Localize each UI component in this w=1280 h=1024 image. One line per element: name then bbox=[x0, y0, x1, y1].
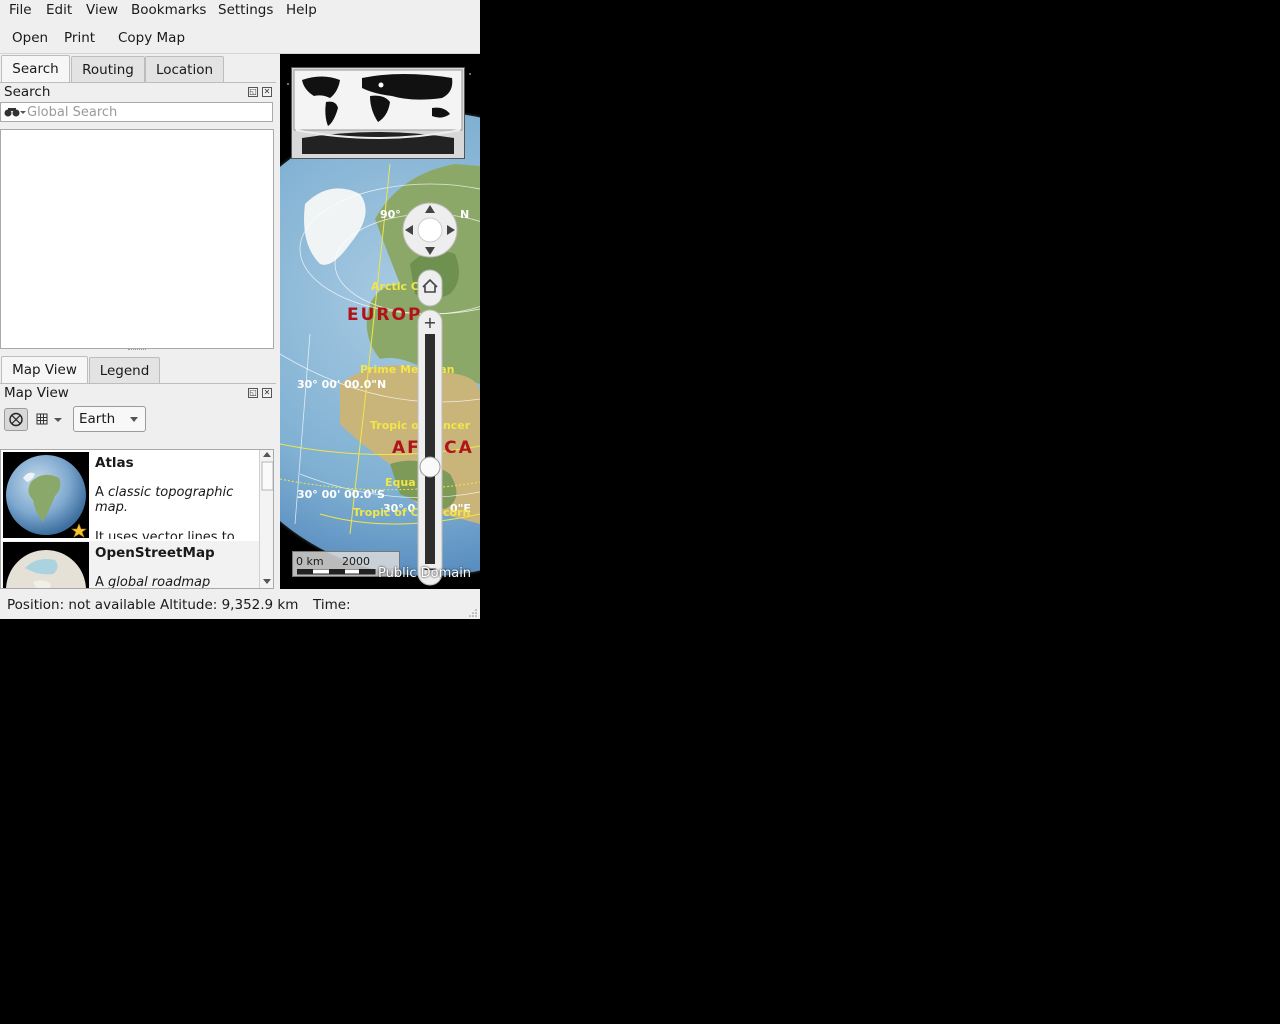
search-dock-title: Search bbox=[4, 84, 51, 100]
menu-help[interactable]: Help bbox=[286, 2, 317, 18]
map-name-openstreetmap: OpenStreetMap bbox=[95, 545, 215, 561]
desc-emphasis: classic topographic map. bbox=[95, 485, 234, 515]
label-tropic-capricorn: Tropic of Capricorn bbox=[353, 506, 471, 519]
float-icon[interactable]: ◱ bbox=[248, 388, 258, 398]
desc-prefix: A bbox=[95, 485, 109, 500]
menu-view[interactable]: View bbox=[86, 2, 118, 18]
tab-routing[interactable]: Routing bbox=[71, 56, 145, 82]
label-lat-30s: 30° 00' 00.0"S bbox=[297, 488, 385, 501]
osm-thumbnail bbox=[3, 542, 89, 588]
search-field[interactable] bbox=[0, 102, 273, 122]
binoculars-icon[interactable] bbox=[4, 106, 26, 118]
scroll-down-icon[interactable] bbox=[263, 579, 271, 584]
close-icon[interactable]: ✕ bbox=[262, 87, 272, 97]
tab-divider bbox=[0, 82, 276, 83]
map-attribution: Public Domain bbox=[378, 566, 472, 581]
map-theme-list[interactable]: Atlas A classic topographic map. It uses … bbox=[0, 449, 274, 589]
scroll-thumb[interactable] bbox=[261, 461, 273, 491]
tab-divider bbox=[0, 383, 276, 384]
status-time: Time: bbox=[313, 597, 351, 613]
float-icon[interactable]: ◱ bbox=[248, 87, 258, 97]
menu-file[interactable]: File bbox=[9, 2, 32, 18]
menu-edit[interactable]: Edit bbox=[46, 2, 72, 18]
vertical-scrollbar[interactable] bbox=[259, 450, 273, 588]
label-europe: EUROP bbox=[347, 305, 423, 325]
close-icon[interactable]: ✕ bbox=[262, 388, 272, 398]
menu-settings[interactable]: Settings bbox=[218, 2, 273, 18]
overview-map[interactable] bbox=[291, 67, 465, 159]
desc-more: It uses vector lines to bbox=[95, 530, 235, 539]
open-button[interactable]: Open bbox=[12, 30, 48, 46]
status-position: Position: not available bbox=[7, 597, 156, 613]
grid-projection-dropdown[interactable] bbox=[35, 411, 67, 427]
atlas-thumbnail bbox=[3, 452, 89, 538]
scale-label-2000: 2000 bbox=[342, 555, 370, 568]
list-item-atlas[interactable]: Atlas A classic topographic map. It uses … bbox=[2, 451, 259, 539]
desc-prefix: A bbox=[95, 575, 109, 589]
label-lat-30n: 30° 00' 00.0"N bbox=[297, 378, 387, 391]
mapview-dock-title: Map View bbox=[4, 385, 69, 401]
navigation-pad[interactable] bbox=[401, 201, 459, 259]
tab-search[interactable]: Search bbox=[1, 55, 70, 83]
planet-value: Earth bbox=[79, 411, 116, 427]
list-item-openstreetmap[interactable]: OpenStreetMap A global roadmap bbox=[2, 541, 259, 589]
map-name-atlas: Atlas bbox=[95, 455, 134, 471]
splitter-handle[interactable] bbox=[128, 349, 146, 353]
zoom-in-icon: + bbox=[423, 313, 436, 332]
marble-window: File Edit View Bookmarks Settings Help O… bbox=[0, 0, 480, 619]
globe-projection-button[interactable] bbox=[4, 408, 28, 431]
tab-legend[interactable]: Legend bbox=[89, 357, 160, 383]
scroll-up-icon[interactable] bbox=[263, 452, 271, 457]
tab-map-view[interactable]: Map View bbox=[1, 356, 88, 384]
resize-grip-icon[interactable] bbox=[468, 608, 478, 618]
map-desc-openstreetmap: A global roadmap bbox=[95, 575, 245, 589]
scale-label-0: 0 km bbox=[296, 555, 324, 568]
search-input[interactable] bbox=[27, 104, 267, 120]
globe-icon bbox=[9, 412, 23, 427]
label-lat-90: 90° bbox=[380, 208, 401, 221]
map-desc-atlas: A classic topographic map. It uses vector… bbox=[95, 485, 245, 539]
planet-select[interactable]: Earth bbox=[73, 406, 146, 432]
zoom-control[interactable]: + − bbox=[414, 264, 446, 589]
print-button[interactable]: Print bbox=[64, 30, 95, 46]
status-bar: Position: not available Altitude: 9,352.… bbox=[0, 590, 480, 619]
search-results-list[interactable] bbox=[0, 129, 274, 349]
map-canvas[interactable]: 90° N Arctic C EUROP Prime Meridian 30° … bbox=[280, 54, 480, 589]
chevron-down-icon bbox=[130, 417, 138, 422]
label-arctic-circle: Arctic C bbox=[371, 280, 419, 293]
label-lat-n: N bbox=[460, 208, 470, 221]
zoom-thumb bbox=[419, 456, 441, 478]
label-equator: Equa bbox=[385, 476, 416, 489]
menu-bookmarks[interactable]: Bookmarks bbox=[131, 2, 206, 18]
status-altitude: Altitude: 9,352.9 km bbox=[160, 597, 299, 613]
main-toolbar: Open Print Copy Map bbox=[0, 23, 480, 54]
desc-emphasis: global roadmap bbox=[108, 575, 211, 589]
menu-bar: File Edit View Bookmarks Settings Help bbox=[0, 0, 480, 22]
copy-map-button[interactable]: Copy Map bbox=[118, 30, 185, 46]
tab-location[interactable]: Location bbox=[145, 56, 224, 82]
